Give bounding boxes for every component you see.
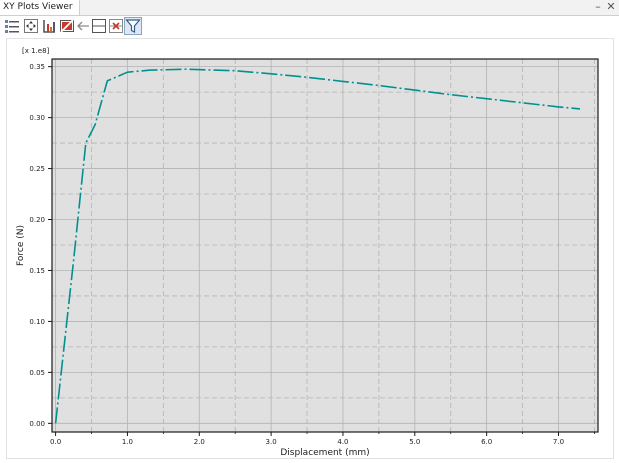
plot-toolbar bbox=[0, 16, 619, 36]
y-tick-label: 0.20 bbox=[29, 216, 45, 224]
fit-view-icon bbox=[24, 19, 38, 33]
y-tick-label: 0.30 bbox=[29, 114, 45, 122]
x-tick-label: 7.0 bbox=[553, 438, 564, 446]
split-layout-button[interactable] bbox=[90, 17, 108, 35]
x-tick-label: 4.0 bbox=[337, 438, 348, 446]
y-tick-label: 0.35 bbox=[29, 63, 45, 71]
fit-view-button[interactable] bbox=[22, 17, 40, 35]
x-tick-label: 5.0 bbox=[409, 438, 420, 446]
filter-button[interactable] bbox=[124, 17, 142, 35]
delete-plot-button[interactable] bbox=[107, 17, 125, 35]
close-button[interactable]: ✕ bbox=[605, 0, 617, 15]
y-tick-label: 0.00 bbox=[29, 420, 45, 428]
x-tick-label: 1.0 bbox=[122, 438, 133, 446]
minimize-button[interactable]: – bbox=[592, 0, 604, 15]
plot-area[interactable]: 0.00 0.05 0.10 0.15 0.20 0.25 0.30 0.35 0.0 1.0 2.… bbox=[6, 38, 614, 459]
split-layout-icon bbox=[92, 19, 106, 33]
delete-plot-icon bbox=[109, 19, 123, 33]
back-arrow-icon bbox=[77, 21, 89, 31]
x-tick-label: 2.0 bbox=[194, 438, 205, 446]
axis-scale-button[interactable] bbox=[40, 17, 58, 35]
y-axis-title: Force (N) bbox=[16, 225, 26, 266]
y-tick-label: 0.25 bbox=[29, 165, 45, 173]
tab-xy-plots-viewer[interactable]: XY Plots Viewer bbox=[0, 0, 80, 15]
filter-icon bbox=[125, 19, 141, 33]
list-options-icon bbox=[5, 20, 19, 33]
x-tick-label: 6.0 bbox=[481, 438, 492, 446]
y-tick-label: 0.10 bbox=[29, 318, 45, 326]
y-tick-label: 0.15 bbox=[29, 267, 45, 275]
xy-plot[interactable]: 0.00 0.05 0.10 0.15 0.20 0.25 0.30 0.35 0.0 1.0 2.… bbox=[7, 39, 613, 458]
y-multiplier-label: [x 1.e8] bbox=[22, 47, 50, 55]
title-bar: XY Plots Viewer – ✕ bbox=[0, 0, 619, 16]
y-tick-label: 0.05 bbox=[29, 369, 45, 377]
no-selection-icon bbox=[60, 19, 74, 33]
axis-scale-icon bbox=[43, 20, 55, 33]
x-axis-title: Displacement (mm) bbox=[280, 448, 369, 458]
x-tick-label: 0.0 bbox=[50, 438, 61, 446]
x-tick-label: 3.0 bbox=[266, 438, 277, 446]
list-options-button[interactable] bbox=[3, 17, 21, 35]
plot-background bbox=[52, 59, 598, 432]
